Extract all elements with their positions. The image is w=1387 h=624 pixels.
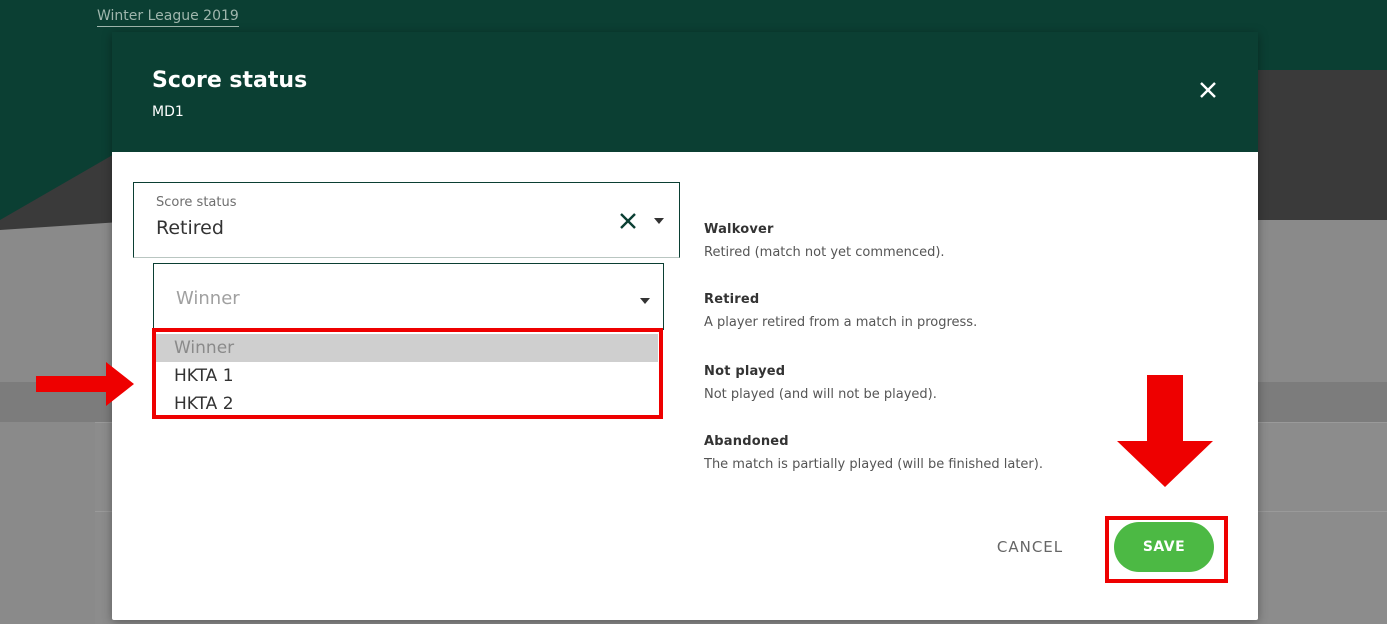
save-button[interactable]: SAVE xyxy=(1114,522,1214,572)
description-title: Abandoned xyxy=(704,434,789,449)
option-label: Winner xyxy=(174,338,235,358)
description-text: A player retired from a match in progres… xyxy=(704,315,978,330)
description-text: Retired (match not yet commenced). xyxy=(704,245,945,260)
league-title[interactable]: Winter League 2019 xyxy=(97,8,239,27)
option-label: HKTA 2 xyxy=(174,394,234,414)
description-not-played: Not played Not played (and will not be p… xyxy=(704,364,1224,402)
description-abandoned: Abandoned The match is partially played … xyxy=(704,434,1224,472)
description-text: The match is partially played (will be f… xyxy=(704,457,1043,472)
description-title: Not played xyxy=(704,364,786,379)
chevron-down-icon[interactable] xyxy=(640,298,650,304)
chevron-down-icon[interactable] xyxy=(654,218,664,224)
winner-placeholder: Winner xyxy=(176,288,240,309)
cancel-button[interactable]: CANCEL xyxy=(990,538,1070,562)
description-text: Not played (and will not be played). xyxy=(704,387,937,402)
dropdown-option-hkta-2[interactable]: HKTA 2 xyxy=(153,390,658,418)
description-title: Retired xyxy=(704,292,760,307)
score-status-value: Retired xyxy=(156,217,224,239)
dropdown-option-winner[interactable]: Winner xyxy=(153,334,658,362)
dialog-subtitle: MD1 xyxy=(152,104,184,120)
dropdown-option-hkta-1[interactable]: HKTA 1 xyxy=(153,362,658,390)
score-status-label: Score status xyxy=(156,195,237,210)
dialog-title: Score status xyxy=(152,68,308,93)
winner-dropdown-list: Winner HKTA 1 HKTA 2 xyxy=(153,330,664,418)
description-walkover: Walkover Retired (match not yet commence… xyxy=(704,222,1224,260)
winner-select[interactable]: Winner xyxy=(153,263,664,331)
clear-icon[interactable] xyxy=(618,211,638,231)
score-status-select[interactable]: Score status Retired xyxy=(133,182,680,258)
description-retired: Retired A player retired from a match in… xyxy=(704,292,1224,330)
close-icon[interactable] xyxy=(1194,76,1222,104)
score-status-dialog: Score status MD1 Score status Retired Wi… xyxy=(112,32,1258,620)
dialog-header: Score status MD1 xyxy=(112,32,1258,152)
option-label: HKTA 1 xyxy=(174,366,234,386)
description-title: Walkover xyxy=(704,222,774,237)
